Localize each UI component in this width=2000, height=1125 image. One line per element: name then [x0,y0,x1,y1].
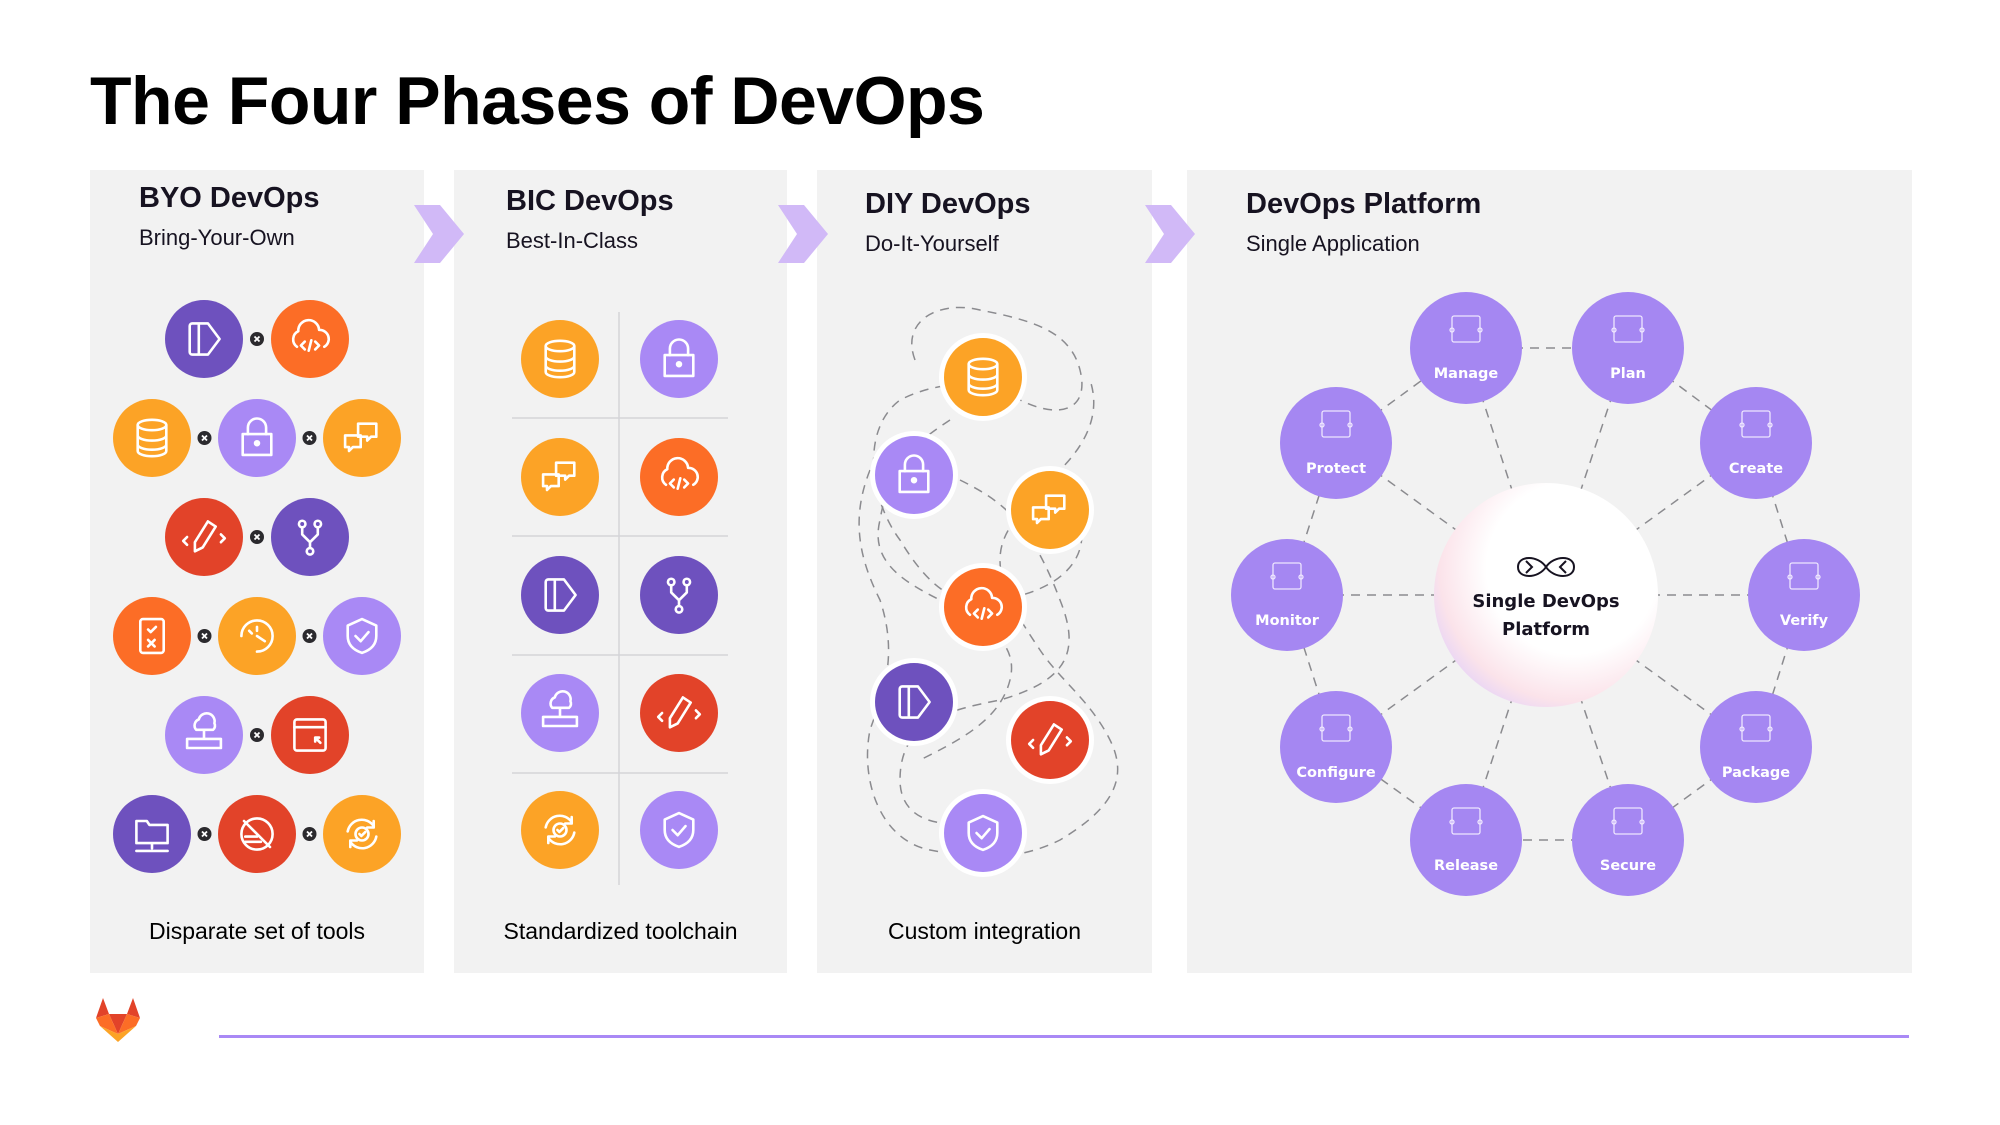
tool-git-branch-icon [271,498,349,576]
tool-database-icon [944,338,1022,416]
platform-center: Single DevOps Platform [1434,483,1658,707]
tool-chat-icon [323,399,401,477]
stage-label: Secure [1600,858,1656,874]
integration-x-icon [197,827,212,841]
tool-file-play-icon [875,663,953,741]
stage-label: Create [1729,461,1783,477]
integration-x-icon [197,431,212,445]
stage-label: Manage [1434,366,1499,382]
center-label: Single DevOps [1472,591,1619,612]
integration-x-icon [302,629,317,643]
tool-cloud-code-icon [271,300,349,378]
tool-gauge-icon [218,597,296,675]
stage-release[interactable]: Release [1410,784,1522,896]
tool-pencil-code-icon [1011,701,1089,779]
stage-configure[interactable]: Configure [1280,691,1392,803]
gitlab-logo-icon [96,998,140,1042]
stage-plan[interactable]: Plan [1572,292,1684,404]
tool-lock-icon [218,399,296,477]
tool-chat-icon [1011,471,1089,549]
stage-label: Plan [1610,366,1646,382]
footer-divider [219,1035,1909,1038]
tool-file-play-icon [165,300,243,378]
diagram-layer: Single DevOps Platform Manage Plan Create Ver… [113,292,1860,896]
stage-secure[interactable]: Secure [1572,784,1684,896]
tool-shield-check-icon [944,794,1022,872]
tool-cloud-server-icon [521,674,599,752]
center-label: Platform [1502,619,1590,640]
stage-protect[interactable]: Protect [1280,387,1392,499]
tool-checklist-icon [113,597,191,675]
tool-shield-check-icon [640,791,718,869]
tool-pencil-code-icon [640,674,718,752]
integration-x-icon [250,530,264,544]
stage-label: Package [1722,765,1790,781]
stage-label: Release [1434,858,1498,874]
integration-x-icon [250,728,264,742]
integration-x-icon [197,629,212,643]
integration-x-icon [302,827,317,841]
tool-database-icon [113,399,191,477]
tool-file-play-icon [521,556,599,634]
stage-create[interactable]: Create [1700,387,1812,499]
tool-pencil-code-icon [165,498,243,576]
tool-cloud-code-icon [944,568,1022,646]
tool-git-branch-icon [640,556,718,634]
stage-verify[interactable]: Verify [1748,539,1860,651]
stage-label: Configure [1296,765,1376,781]
stage-monitor[interactable]: Monitor [1231,539,1343,651]
tool-chat-icon [521,438,599,516]
stage-label: Monitor [1255,613,1320,629]
tool-shield-check-icon [323,597,401,675]
tool-cloud-server-icon [165,696,243,774]
stage-package[interactable]: Package [1700,691,1812,803]
tool-lock-icon [875,436,953,514]
integration-x-icon [302,431,317,445]
tool-folder-network-icon [113,795,191,873]
integration-x-icon [250,332,264,346]
tool-lock-icon [640,320,718,398]
tool-sync-check-icon [323,795,401,873]
tool-sync-check-icon [521,791,599,869]
stage-manage[interactable]: Manage [1410,292,1522,404]
tool-browser-cursor-icon [271,696,349,774]
tool-database-icon [521,320,599,398]
stage-label: Verify [1780,613,1829,629]
stage-label: Protect [1306,461,1366,477]
tool-cloud-code-icon [640,438,718,516]
tool-chart-off-icon [218,795,296,873]
